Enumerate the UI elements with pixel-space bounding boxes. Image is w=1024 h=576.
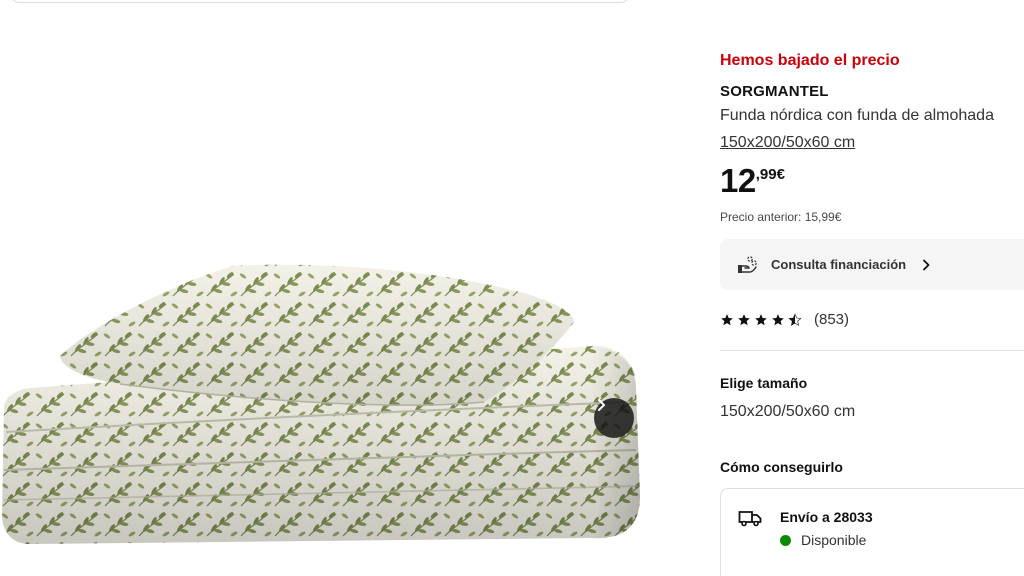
hand-coins-icon bbox=[736, 254, 758, 276]
chevron-right-icon bbox=[598, 399, 605, 411]
financing-label: Consulta financiación bbox=[771, 257, 907, 272]
price-currency: € bbox=[776, 166, 785, 183]
product-name: SORGMANTEL bbox=[720, 83, 829, 100]
rating-count: (853) bbox=[814, 311, 850, 328]
availability-label: Disponible bbox=[801, 532, 867, 548]
star-full-icon bbox=[772, 313, 784, 325]
star-full-icon bbox=[738, 313, 750, 325]
price-drop-label: Hemos bajado el precio bbox=[720, 52, 900, 69]
availability-status: Disponible bbox=[780, 532, 866, 548]
product-price: 12 ,99 € bbox=[720, 162, 785, 200]
fulfillment-title: Cómo conseguirlo bbox=[720, 459, 843, 475]
product-image bbox=[2, 264, 640, 544]
truck-icon bbox=[738, 509, 762, 532]
price-integer: 12 bbox=[720, 162, 756, 199]
previous-price: Precio anterior: 15,99€ bbox=[720, 210, 842, 224]
rating-stars bbox=[720, 312, 802, 327]
product-page: Hemos bajado el precio SORGMANTEL Funda … bbox=[0, 0, 1024, 576]
size-selector-value[interactable]: 150x200/50x60 cm bbox=[720, 403, 855, 421]
size-selector-title: Elige tamaño bbox=[720, 375, 808, 391]
divider bbox=[720, 350, 1024, 351]
financing-button[interactable]: Consulta financiación bbox=[720, 239, 1024, 290]
delivery-option-card[interactable]: Envío a 28033 Disponible bbox=[720, 488, 1024, 576]
delivery-title: Envío a 28033 bbox=[780, 509, 873, 525]
product-info-panel: Hemos bajado el precio SORGMANTEL Funda … bbox=[720, 0, 1024, 576]
star-full-icon bbox=[721, 313, 733, 325]
chevron-right-icon bbox=[920, 259, 932, 271]
product-gallery bbox=[0, 30, 650, 576]
star-half-icon bbox=[788, 312, 802, 326]
search-bar[interactable] bbox=[8, 0, 632, 3]
product-rating[interactable]: (853) bbox=[720, 311, 849, 328]
product-size-link[interactable]: 150x200/50x60 cm bbox=[720, 134, 855, 152]
gallery-next-button[interactable] bbox=[594, 398, 634, 438]
price-decimal: ,99 bbox=[755, 166, 777, 183]
star-full-icon bbox=[755, 313, 767, 325]
product-description: Funda nórdica con funda de almohada bbox=[720, 107, 994, 124]
status-dot bbox=[780, 534, 791, 546]
